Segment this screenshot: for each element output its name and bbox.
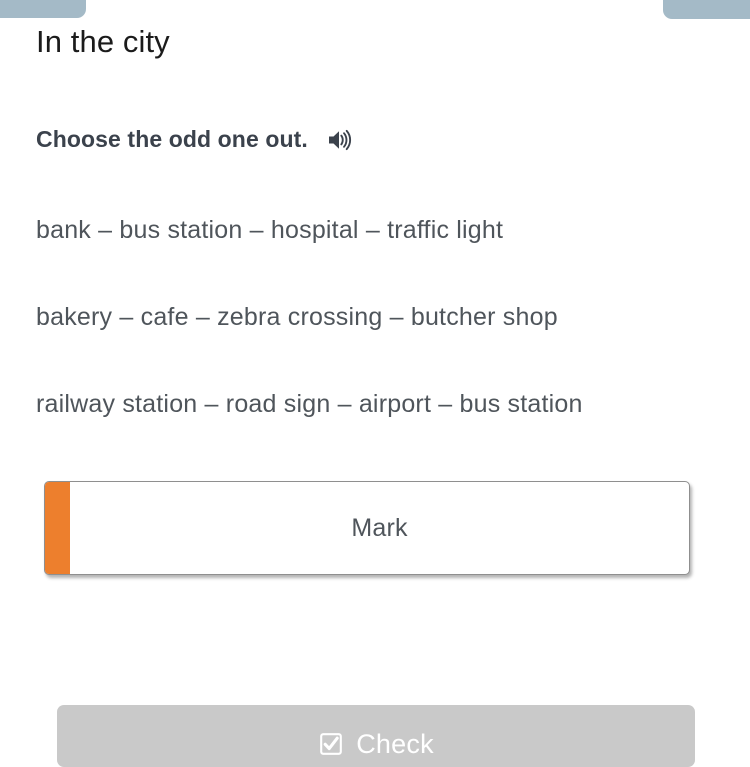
word-line: railway station – road sign – airport – …	[36, 382, 750, 426]
instruction-row: Choose the odd one out.	[36, 126, 354, 153]
top-right-tab[interactable]	[663, 0, 750, 19]
check-button-label: Check	[356, 729, 434, 760]
checkbox-checked-icon	[318, 731, 344, 757]
speaker-icon[interactable]	[326, 127, 354, 153]
answer-accent-bar	[45, 482, 70, 574]
top-tab-strip	[0, 0, 750, 22]
answer-input[interactable]: Mark	[44, 481, 690, 575]
word-line-list: bank – bus station – hospital – traffic …	[36, 208, 750, 426]
instruction-text: Choose the odd one out.	[36, 126, 308, 153]
word-line: bank – bus station – hospital – traffic …	[36, 208, 750, 252]
page-title: In the city	[36, 22, 170, 62]
answer-value[interactable]: Mark	[70, 482, 689, 574]
check-button[interactable]: Check	[57, 705, 695, 767]
word-line: bakery – cafe – zebra crossing – butcher…	[36, 295, 750, 339]
top-left-tab[interactable]	[0, 0, 86, 18]
